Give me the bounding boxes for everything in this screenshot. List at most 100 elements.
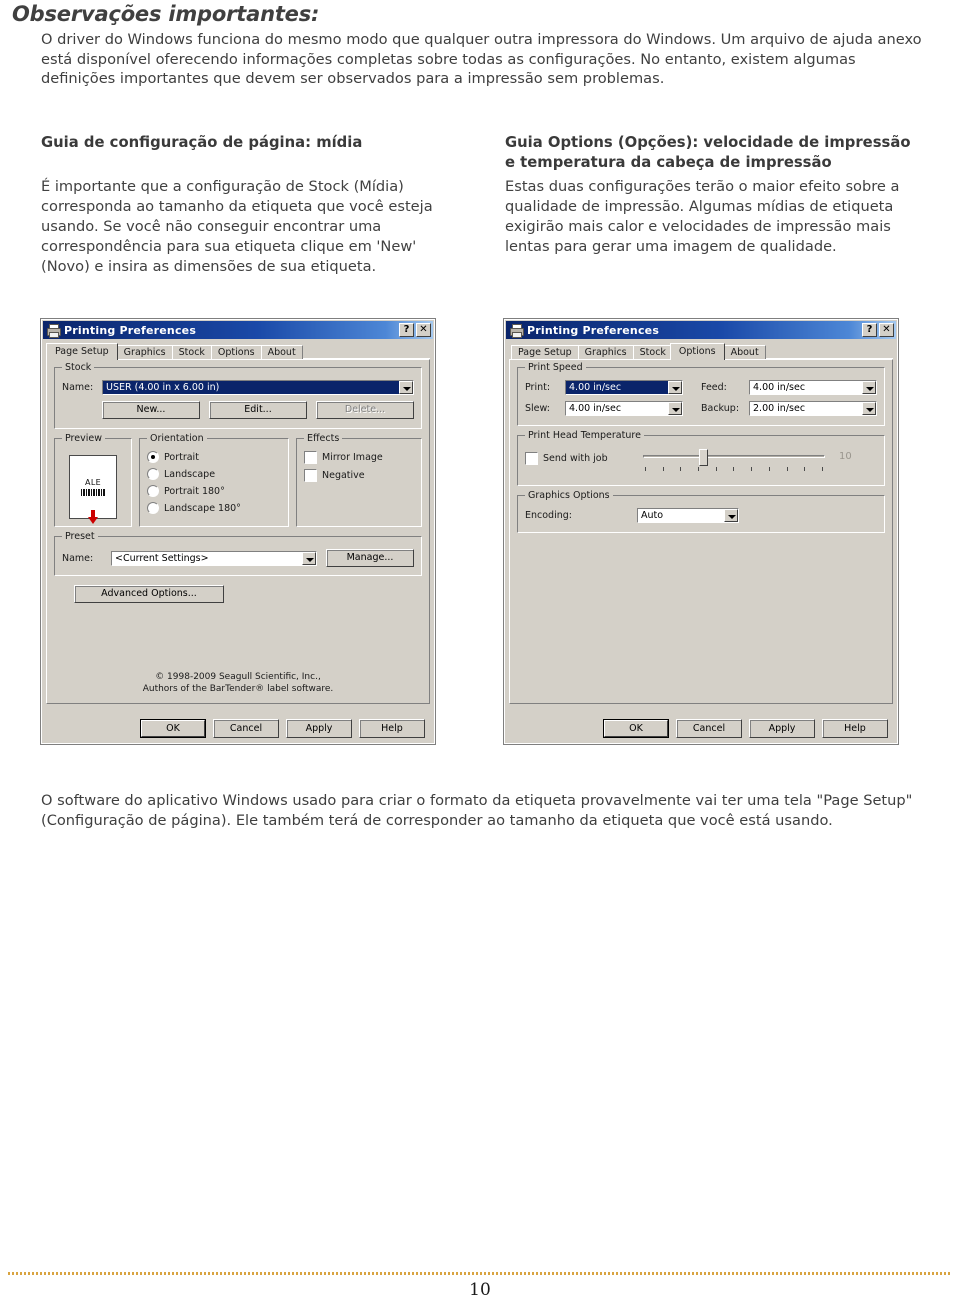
slider-thumb[interactable] xyxy=(699,449,708,466)
help-titlebar-button[interactable]: ? xyxy=(399,323,414,337)
stock-name-label: Name: xyxy=(62,382,94,393)
dialog-title: Printing Preferences xyxy=(527,323,660,337)
ok-button[interactable]: OK xyxy=(140,719,206,738)
tab-graphics[interactable]: Graphics xyxy=(577,345,634,359)
radio-selected-icon xyxy=(147,451,159,463)
preview-group: Preview ALE xyxy=(54,433,132,527)
slider-track xyxy=(643,455,825,458)
right-column-body: Estas duas configurações terão o maior e… xyxy=(505,178,900,255)
print-speed-combobox[interactable]: 4.00 in/sec xyxy=(565,380,683,395)
stock-edit-button[interactable]: Edit... xyxy=(209,401,307,419)
options-tab-panel: Print Speed Print: 4.00 in/sec Feed: 4.0… xyxy=(509,359,893,704)
chevron-down-icon[interactable] xyxy=(668,402,682,415)
print-speed-group: Print Speed Print: 4.00 in/sec Feed: 4.0… xyxy=(517,362,885,426)
send-with-job-checkbox[interactable]: Send with job xyxy=(525,452,643,465)
printer-icon xyxy=(46,323,61,338)
apply-button[interactable]: Apply xyxy=(749,719,815,738)
encoding-combobox[interactable]: Auto xyxy=(637,508,739,523)
tab-page-setup[interactable]: Page Setup xyxy=(46,343,118,360)
print-head-temperature-slider[interactable]: 10 xyxy=(643,449,852,475)
stock-delete-button: Delete... xyxy=(316,401,414,419)
orientation-group-title: Orientation xyxy=(147,433,207,444)
cancel-button[interactable]: Cancel xyxy=(213,719,279,738)
preset-name-combobox[interactable]: <Current Settings> xyxy=(111,550,317,566)
preset-group-title: Preset xyxy=(62,531,98,542)
close-icon[interactable]: ✕ xyxy=(416,323,431,337)
advanced-options-button[interactable]: Advanced Options... xyxy=(74,585,224,603)
printing-preferences-options-dialog: Printing Preferences ? ✕ Page Setup Grap… xyxy=(503,318,899,745)
chevron-down-icon[interactable] xyxy=(724,509,738,522)
dialog-title: Printing Preferences xyxy=(64,323,197,337)
left-column-heading: Guia de configuração de página: mídia xyxy=(41,134,363,151)
left-column-body: É importante que a configuração de Stock… xyxy=(41,177,433,275)
cancel-button[interactable]: Cancel xyxy=(676,719,742,738)
left-column: Guia de configuração de página: mídia É … xyxy=(41,133,451,277)
effects-checkbox-mirror-image[interactable]: Mirror Image xyxy=(304,451,414,464)
encoding-label: Encoding: xyxy=(525,510,572,521)
preset-manage-button[interactable]: Manage... xyxy=(326,549,414,567)
page-setup-tab-panel: Stock Name: USER (4.00 in x 6.00 in) New… xyxy=(46,359,430,704)
help-button[interactable]: Help xyxy=(822,719,888,738)
copyright-line-2: Authors of the BarTender® label software… xyxy=(142,684,334,694)
orientation-portrait-label: Portrait xyxy=(164,451,199,463)
orientation-group: Orientation Portrait Landscape Portrait … xyxy=(139,433,289,527)
feed-speed-combobox[interactable]: 4.00 in/sec xyxy=(749,380,877,395)
backup-speed-label: Backup: xyxy=(701,403,740,414)
stock-name-value: USER (4.00 in x 6.00 in) xyxy=(103,381,399,394)
page-number: 10 xyxy=(469,1280,491,1300)
right-column-heading: Guia Options (Opções): velocidade de imp… xyxy=(505,134,911,171)
effects-checkbox-negative[interactable]: Negative xyxy=(304,469,414,482)
stock-group-title: Stock xyxy=(62,362,95,373)
slew-speed-combobox[interactable]: 4.00 in/sec xyxy=(565,401,683,416)
preview-label-text: ALE xyxy=(85,478,101,487)
checkbox-unchecked-icon xyxy=(304,469,317,482)
tab-options[interactable]: Options xyxy=(669,343,725,360)
orientation-landscape-180-label: Landscape 180° xyxy=(164,502,241,514)
close-icon[interactable]: ✕ xyxy=(879,323,894,337)
tab-stock[interactable]: Stock xyxy=(171,345,212,359)
effects-mirror-image-label: Mirror Image xyxy=(322,452,383,463)
apply-button[interactable]: Apply xyxy=(286,719,352,738)
chevron-down-icon[interactable] xyxy=(302,551,316,565)
tab-about[interactable]: About xyxy=(260,345,303,359)
backup-speed-combobox[interactable]: 2.00 in/sec xyxy=(749,401,877,416)
ok-button[interactable]: OK xyxy=(603,719,669,738)
ok-button-label: OK xyxy=(141,720,205,737)
preview-orientation-effects-row: Preview ALE Orientation Portrait Landsca… xyxy=(54,433,422,527)
copyright-notice: © 1998-2009 Seagull Scientific, Inc., Au… xyxy=(47,671,429,695)
stock-new-button[interactable]: New... xyxy=(102,401,200,419)
footer-divider xyxy=(8,1272,952,1275)
preset-name-label: Name: xyxy=(62,552,94,564)
encoding-value: Auto xyxy=(641,510,664,521)
chevron-down-icon[interactable] xyxy=(862,381,876,394)
help-button[interactable]: Help xyxy=(359,719,425,738)
dialog-button-row: OK Cancel Apply Help xyxy=(514,719,888,738)
radio-unselected-icon xyxy=(147,485,159,497)
print-speed-label: Print: xyxy=(525,382,551,393)
tab-graphics[interactable]: Graphics xyxy=(116,345,173,359)
tab-about[interactable]: About xyxy=(723,345,766,359)
stock-group: Stock Name: USER (4.00 in x 6.00 in) New… xyxy=(54,362,422,429)
effects-group: Effects Mirror Image Negative xyxy=(296,433,422,527)
stock-name-combobox[interactable]: USER (4.00 in x 6.00 in) xyxy=(102,380,414,395)
orientation-radio-landscape[interactable]: Landscape xyxy=(147,468,281,480)
checkbox-unchecked-icon xyxy=(525,452,538,465)
chevron-down-icon[interactable] xyxy=(862,402,876,415)
slew-speed-label: Slew: xyxy=(525,403,550,414)
dialog-button-row: OK Cancel Apply Help xyxy=(51,719,425,738)
checkbox-unchecked-icon xyxy=(304,451,317,464)
orientation-radio-portrait[interactable]: Portrait xyxy=(147,451,281,463)
tab-page-setup[interactable]: Page Setup xyxy=(511,345,579,359)
orientation-landscape-label: Landscape xyxy=(164,468,216,480)
radio-unselected-icon xyxy=(147,502,159,514)
help-titlebar-button[interactable]: ? xyxy=(862,323,877,337)
orientation-radio-landscape-180[interactable]: Landscape 180° xyxy=(147,502,281,514)
chevron-down-icon[interactable] xyxy=(668,381,682,394)
chevron-down-icon[interactable] xyxy=(399,381,413,394)
tab-stock[interactable]: Stock xyxy=(632,345,673,359)
orientation-radio-portrait-180[interactable]: Portrait 180° xyxy=(147,485,281,497)
orientation-portrait-180-label: Portrait 180° xyxy=(164,485,225,497)
slew-speed-value: 4.00 in/sec xyxy=(569,403,622,414)
preset-group: Preset Name: <Current Settings> Manage..… xyxy=(54,531,422,576)
tab-options[interactable]: Options xyxy=(210,345,262,359)
